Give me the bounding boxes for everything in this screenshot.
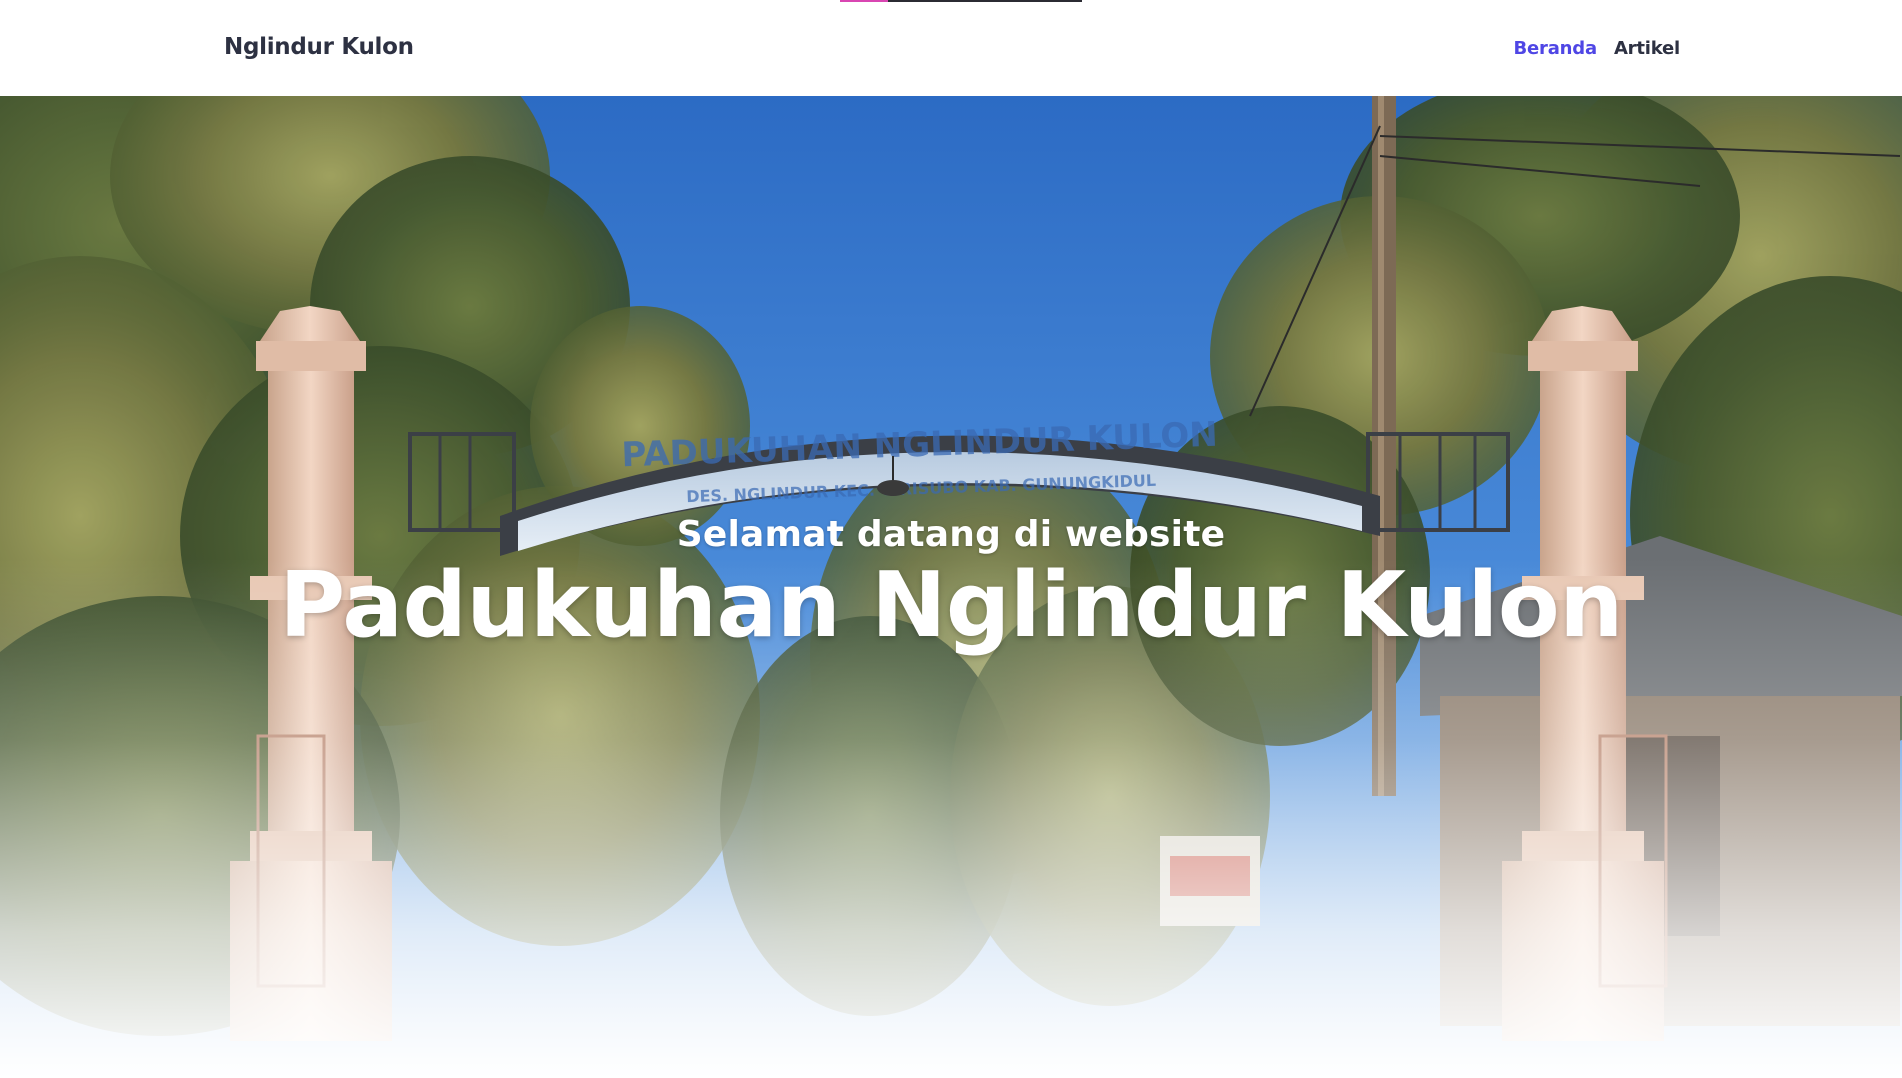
- nav-link-artikel[interactable]: Artikel: [1614, 38, 1680, 59]
- hero-subtitle: Selamat datang di website: [676, 514, 1226, 555]
- nav-links: Beranda Artikel: [1514, 38, 1681, 59]
- page-load-progress: [840, 0, 1082, 2]
- hero-section: PADUKUHAN NGLINDUR KULON DES. NGLINDUR K…: [0, 96, 1902, 1078]
- navbar: Nglindur Kulon Beranda Artikel: [0, 0, 1902, 96]
- progress-fill: [840, 0, 888, 2]
- hero-text: Selamat datang di website Padukuhan Ngli…: [0, 514, 1902, 654]
- nav-link-beranda[interactable]: Beranda: [1514, 38, 1598, 59]
- brand-logo-text[interactable]: Nglindur Kulon: [224, 34, 414, 60]
- hero-title: Padukuhan Nglindur Kulon: [279, 553, 1623, 658]
